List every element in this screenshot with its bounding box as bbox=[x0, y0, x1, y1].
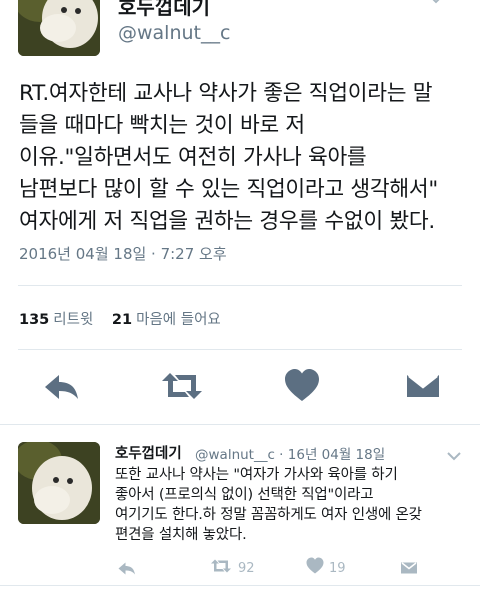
retweet-count-label: 리트윗 bbox=[53, 312, 94, 328]
heart-icon bbox=[305, 556, 325, 580]
like-count-label: 마음에 들어요 bbox=[136, 312, 221, 328]
retweet-button[interactable]: 92 bbox=[208, 556, 255, 580]
chevron-down-icon[interactable] bbox=[428, 0, 444, 6]
tweet-header: 호두껍데기 @walnut__c bbox=[0, 0, 480, 62]
chevron-down-icon[interactable] bbox=[446, 448, 462, 461]
message-icon[interactable] bbox=[398, 556, 420, 580]
tweet-stats: 135 리트윗 21 마음에 들어요 bbox=[19, 308, 235, 329]
tweet-text: RT.여자한테 교사나 약사가 좋은 직업이라는 말 들을 때마다 빡치는 것이… bbox=[19, 81, 438, 234]
like-count[interactable]: 21 bbox=[112, 312, 132, 328]
retweet-icon[interactable] bbox=[159, 366, 205, 406]
tweet-timestamp[interactable]: 2016년 04월 18일 · 7:27 오후 bbox=[19, 243, 227, 264]
user-handle[interactable]: @walnut__c bbox=[118, 22, 230, 44]
divider bbox=[0, 424, 480, 425]
retweet-count[interactable]: 135 bbox=[19, 312, 49, 328]
like-count: 19 bbox=[329, 560, 346, 576]
reply-tweet-actions: 92 19 bbox=[0, 556, 480, 582]
avatar[interactable] bbox=[18, 0, 100, 56]
tweet-actions bbox=[0, 366, 480, 410]
retweet-count: 92 bbox=[238, 560, 255, 576]
reply-meta[interactable]: @walnut__c · 16년 04월 18일 bbox=[195, 443, 385, 463]
reply-icon[interactable] bbox=[116, 556, 138, 580]
heart-icon[interactable] bbox=[282, 366, 322, 406]
retweet-icon bbox=[208, 556, 234, 580]
reply-icon[interactable] bbox=[42, 366, 82, 406]
divider bbox=[18, 349, 462, 350]
divider bbox=[18, 285, 462, 286]
avatar[interactable] bbox=[18, 442, 100, 524]
display-name[interactable]: 호두껍데기 bbox=[118, 0, 210, 20]
reply-tweet-text: 또한 교사나 약사는 "여자가 가사와 육아를 하기 좋아서 (프로의식 없이)… bbox=[115, 467, 422, 543]
display-name[interactable]: 호두껍데기 bbox=[115, 442, 182, 463]
divider bbox=[0, 585, 480, 586]
message-icon[interactable] bbox=[403, 366, 443, 406]
reply-tweet[interactable]: 호두껍데기 @walnut__c · 16년 04월 18일 또한 교사나 약사… bbox=[0, 432, 480, 591]
like-button[interactable]: 19 bbox=[305, 556, 346, 580]
